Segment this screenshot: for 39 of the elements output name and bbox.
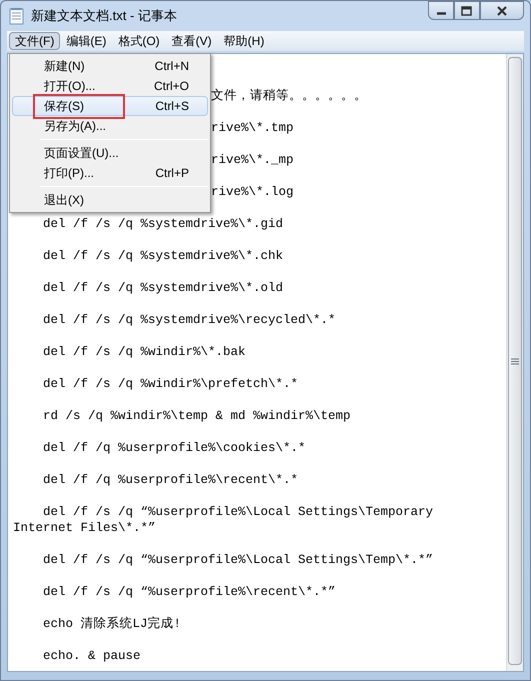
menu-item[interactable]: 文件(F) [9, 32, 60, 50]
close-button[interactable] [480, 1, 524, 20]
menu-option[interactable]: 另存为(A)... [12, 116, 208, 136]
grip-icon [511, 358, 519, 364]
menu-option[interactable]: 打印(P)... Ctrl+P [12, 163, 208, 183]
text-line: echo 清除系统LJ完成! [42, 616, 182, 632]
menu-option[interactable]: 页面设置(U)... [12, 143, 208, 163]
text-line: 文件，请稍等。。。。。。 [211, 89, 367, 103]
text-line: del /f /s /q %systemdrive%\*.chk [42, 248, 284, 264]
text-line: del /f /s /q “%userprofile%\Local Settings\Temporary Internet Files\*.*” [13, 504, 434, 536]
text-line: rive%\*.tmp [211, 121, 294, 135]
text-line: del /f /s /q %windir%\prefetch\*.* [42, 376, 300, 392]
scrollbar[interactable] [506, 54, 523, 671]
menu-option[interactable]: 打开(O)... Ctrl+O [12, 76, 208, 96]
menu-option[interactable]: 退出(X) [12, 190, 208, 210]
maximize-button[interactable] [454, 1, 480, 20]
text-line: rive%\*._mp [211, 153, 294, 167]
text-line: del /f /s /q %windir%\*.bak [42, 344, 247, 360]
text-line: del /f /s /q “%userprofile%\Local Settings\Temp\*.*” [42, 552, 434, 568]
menu-item[interactable]: 格式(O) [112, 32, 166, 50]
window-title: 新建文本文档.txt - 记事本 [31, 7, 177, 26]
notepad-icon [9, 7, 25, 25]
text-line: del /f /s /q %systemdrive%\*.old [42, 280, 284, 296]
text-line: rd /s /q %windir%\temp & md %windir%\temp [42, 408, 352, 424]
text-line: echo. & pause [42, 648, 142, 664]
menu-item[interactable]: 帮助(H) [218, 32, 270, 50]
text-line: del /f /s /q %systemdrive%\*.gid [42, 216, 284, 232]
menu-option[interactable]: 新建(N) Ctrl+N [12, 56, 208, 76]
menu-item[interactable]: 编辑(E) [60, 32, 112, 50]
text-line: rive%\*.log [211, 185, 294, 199]
text-line: del /f /s /q %systemdrive%\recycled\*.* [42, 312, 337, 328]
text-line: del /f /q %userprofile%\recent\*.* [42, 472, 300, 488]
scrollbar-thumb[interactable] [508, 57, 522, 665]
text-line: del /f /q %userprofile%\cookies\*.* [42, 440, 307, 456]
menu-item[interactable]: 查看(V) [166, 32, 218, 50]
text-line: del /f /s /q “%userprofile%\recent\*.*” [42, 584, 337, 600]
minimize-button[interactable] [428, 1, 454, 20]
menu-option[interactable]: 保存(S) Ctrl+S [12, 96, 208, 116]
minimize-icon [436, 12, 446, 15]
